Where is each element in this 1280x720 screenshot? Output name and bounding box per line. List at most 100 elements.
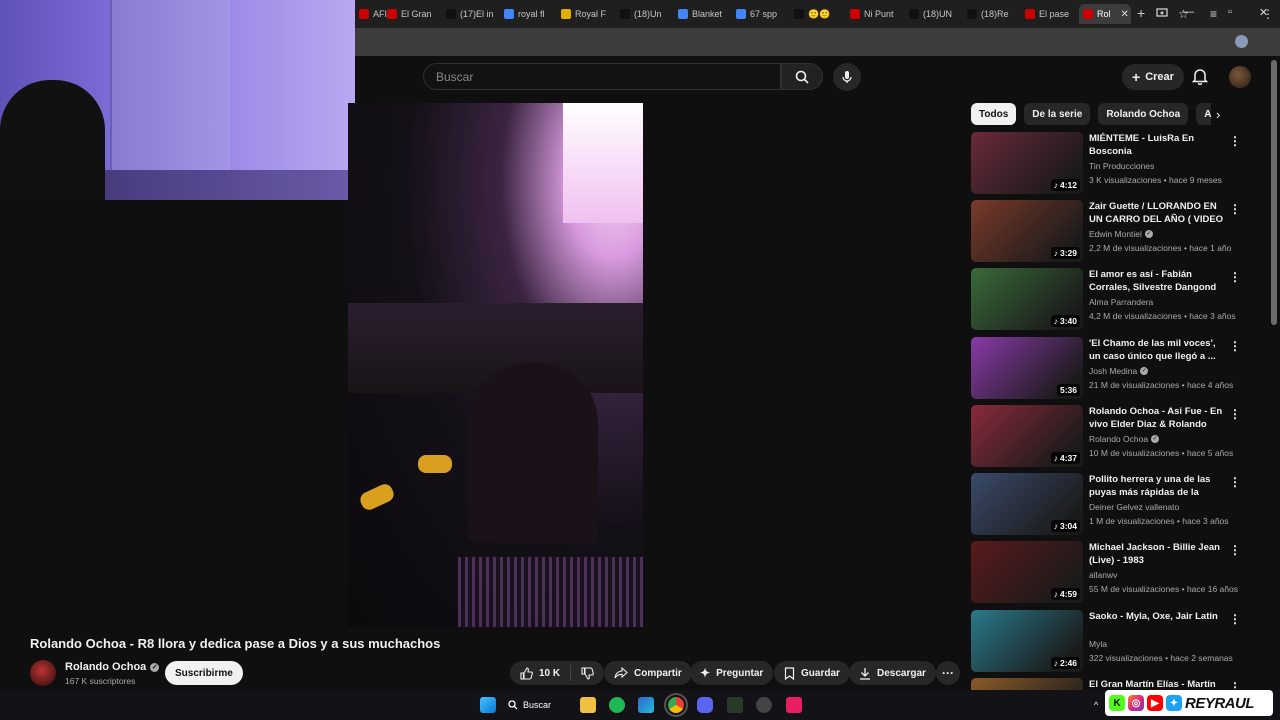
recommendation-title[interactable]: MIÉNTEME - LuisRa En Bosconia (1089, 132, 1224, 158)
search-input[interactable]: Buscar (423, 63, 781, 90)
recommendation-title[interactable]: Zair Guette / LLORANDO EN UN CARRO DEL A… (1089, 200, 1224, 226)
recommendation-title[interactable]: Rolando Ochoa - Asi Fue - En vivo Elder … (1089, 405, 1224, 431)
video-thumbnail[interactable]: ♪ 2:46 (971, 610, 1083, 672)
browser-tab[interactable]: 67 spp (732, 4, 786, 24)
file-explorer-icon[interactable] (580, 697, 596, 713)
channel-avatar[interactable] (30, 660, 56, 686)
recommendation-channel-row[interactable]: Edwin Montiel ✓ (1089, 229, 1153, 239)
create-button[interactable]: + Crear (1122, 64, 1184, 90)
recommendation-channel[interactable]: Josh Medina (1089, 366, 1137, 376)
video-thumbnail[interactable]: ♪ 4:37 (971, 405, 1083, 467)
recommendation-channel[interactable]: allanwv (1089, 570, 1117, 580)
video-thumbnail[interactable]: ♪ 4:59 (971, 541, 1083, 603)
more-options-icon[interactable]: ⋮ (1229, 407, 1241, 421)
browser-tab[interactable]: Blanket (674, 4, 728, 24)
recommendation-item[interactable]: 5:36 'El Chamo de las mil voces', un caso… (971, 337, 1246, 399)
save-button[interactable]: Guardar (774, 661, 850, 685)
recommendation-channel[interactable]: Alma Parrandera (1089, 297, 1153, 307)
browser-tab[interactable]: Rol ✕ (1079, 4, 1131, 24)
chrome-icon[interactable] (664, 693, 688, 717)
browser-tab[interactable]: royal fl (500, 4, 554, 24)
chevron-up-icon[interactable]: ^ (1094, 700, 1098, 710)
channel-name-row[interactable]: Rolando Ochoa ✓ (65, 661, 160, 673)
video-player[interactable] (348, 103, 643, 627)
browser-menu-icon[interactable]: ⋮ (1262, 7, 1274, 21)
page-scrollbar[interactable] (1271, 60, 1277, 325)
search-button[interactable] (781, 63, 823, 90)
recommendation-item[interactable]: ♪ 3:40 El amor es así - Fabián Corrales, S… (971, 268, 1246, 330)
filter-chip[interactable]: Rolando Ochoa (1098, 103, 1189, 125)
recommendation-item[interactable]: ♪ 3:04 Pollito herrera y una de las puyas … (971, 473, 1246, 535)
recommendation-item[interactable]: ♪ 3:29 Zair Guette / LLORANDO EN UN CARRO … (971, 200, 1246, 262)
more-options-icon[interactable]: ⋮ (1229, 475, 1241, 489)
more-actions-button[interactable]: ··· (936, 661, 960, 685)
notifications-button[interactable] (1191, 67, 1209, 90)
video-thumbnail[interactable]: ♪ 3:04 (971, 473, 1083, 535)
browser-tab[interactable]: Royal F (557, 4, 611, 24)
recommendation-item[interactable]: ♪ 2:46 Saoko - Myla, Oxe, Jair Latin Myla 32… (971, 610, 1246, 672)
dislike-button[interactable] (571, 666, 604, 680)
video-thumbnail[interactable]: 5:36 (971, 337, 1083, 399)
ask-button[interactable]: ✦ Preguntar (690, 661, 774, 685)
install-app-icon[interactable] (1156, 7, 1168, 22)
more-options-icon[interactable]: ⋮ (1229, 680, 1241, 690)
like-button[interactable]: 10 K (510, 665, 572, 681)
tiktok-icon[interactable] (786, 697, 802, 713)
browser-tab[interactable]: El pase (1021, 4, 1075, 24)
new-tab-button[interactable]: + (1137, 5, 1145, 21)
browser-tab[interactable]: Ni Punt (846, 4, 900, 24)
filter-chip[interactable]: Todos (971, 103, 1017, 125)
browser-tab[interactable]: (17)El in (442, 4, 496, 24)
obs-icon[interactable] (756, 697, 772, 713)
browser-tab[interactable]: (18)Un (616, 4, 670, 24)
maximize-icon[interactable]: ▫ (1228, 6, 1232, 18)
voice-search-button[interactable] (833, 63, 861, 91)
recommendation-title[interactable]: 'El Chamo de las mil voces', un caso úni… (1089, 337, 1224, 363)
recommendation-channel-row[interactable]: Tin Producciones (1089, 161, 1154, 171)
recommendation-channel-row[interactable]: Myla (1089, 639, 1107, 649)
video-thumbnail[interactable]: ♪ 4:12 (971, 132, 1083, 194)
more-options-icon[interactable]: ⋮ (1229, 543, 1241, 557)
video-thumbnail[interactable]: ♪ 3:29 (971, 200, 1083, 262)
more-options-icon[interactable]: ⋮ (1229, 202, 1241, 216)
terminal-icon[interactable] (727, 697, 743, 713)
video-thumbnail[interactable]: ♪ 3:40 (971, 268, 1083, 330)
more-options-icon[interactable]: ⋮ (1229, 270, 1241, 284)
bookmark-star-icon[interactable]: ☆ (1178, 7, 1189, 21)
profile-avatar[interactable] (1235, 35, 1248, 48)
recommendation-title[interactable]: El Gran Martín Elías - Martín (1089, 678, 1224, 690)
account-avatar[interactable] (1229, 66, 1251, 88)
recommendation-channel-row[interactable]: Rolando Ochoa ✓ (1089, 434, 1160, 444)
recommendation-title[interactable]: Michael Jackson - Billie Jean (Live) - 1… (1089, 541, 1224, 567)
browser-tab[interactable]: (18)Re (963, 4, 1017, 24)
browser-tab[interactable]: El Gran (383, 4, 437, 24)
taskbar-search[interactable]: Buscar (508, 695, 551, 715)
recommendation-channel[interactable]: Tin Producciones (1089, 161, 1154, 171)
recommendation-item[interactable]: ♪ 4:12 MIÉNTEME - LuisRa En Bosconia Tin Pr… (971, 132, 1246, 194)
edge-icon[interactable] (638, 697, 654, 713)
chevron-right-icon[interactable]: › (1216, 107, 1220, 122)
recommendation-channel-row[interactable]: allanwv (1089, 570, 1117, 580)
more-options-icon[interactable]: ⋮ (1229, 612, 1241, 626)
video-thumbnail[interactable] (971, 678, 1083, 690)
filter-chip[interactable]: De la serie (1024, 103, 1091, 125)
recommendation-title[interactable]: Pollito herrera y una de las puyas más r… (1089, 473, 1224, 499)
recommendation-item[interactable]: ♪ 4:59 Michael Jackson - Billie Jean (Live… (971, 541, 1246, 603)
filter-chip[interactable]: Acordeón (1196, 103, 1211, 125)
recommendation-channel-row[interactable]: Alma Parrandera (1089, 297, 1153, 307)
discord-icon[interactable] (697, 697, 713, 713)
recommendation-channel[interactable]: Myla (1089, 639, 1107, 649)
spotify-icon[interactable] (609, 697, 625, 713)
more-options-icon[interactable]: ⋮ (1229, 339, 1241, 353)
windows-start-icon[interactable] (480, 697, 496, 713)
download-button[interactable]: Descargar (849, 661, 936, 685)
recommendation-channel-row[interactable]: Deiner Gelvez vallenato (1089, 502, 1179, 512)
recommendation-item[interactable]: ♪ 4:37 Rolando Ochoa - Asi Fue - En vivo E… (971, 405, 1246, 467)
recommendation-title[interactable]: Saoko - Myla, Oxe, Jair Latin (1089, 610, 1224, 623)
channel-name[interactable]: Rolando Ochoa (65, 661, 146, 673)
browser-tab[interactable]: 🙂🙂 (790, 4, 844, 24)
recommendation-title[interactable]: El amor es así - Fabián Corrales, Silves… (1089, 268, 1224, 294)
subscribe-button[interactable]: Suscribirme (165, 661, 243, 685)
recommendation-item[interactable]: El Gran Martín Elías - Martín ⋮ (971, 678, 1246, 690)
share-button[interactable]: Compartir (604, 661, 692, 685)
